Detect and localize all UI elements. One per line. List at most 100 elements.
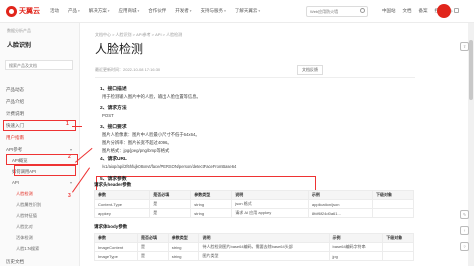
breadcrumb[interactable]: 文档中心 > 人脸识别 > API参考 > API > 人脸检测 (95, 32, 182, 38)
sidebar-item-history[interactable]: 历史文档 (6, 259, 24, 265)
back-to-top-icon[interactable]: ↑ (460, 226, 469, 235)
column-header: 参数 (94, 233, 138, 243)
help-icon[interactable]: ? (460, 242, 469, 251)
nav-item-partners[interactable]: 合作伙伴 (148, 8, 166, 14)
sidebar-item-api-reference[interactable]: API参考 (6, 147, 22, 153)
table-cell: 是 (149, 199, 192, 209)
sidebar-item-face-compare[interactable]: 人脸比对 (16, 224, 33, 230)
scrollbar-thumb[interactable] (469, 40, 473, 100)
chevron-down-icon: ▾ (137, 9, 140, 13)
request-url[interactable]: /v1/aiop/api/2f6hfujk08xnvt/face/PERSON/… (102, 164, 236, 169)
section-text-method: POST (102, 113, 114, 118)
table-cell: json 格式 (231, 199, 309, 209)
table-cell: base64编码字符串 (328, 242, 384, 252)
table-row: appkey 是 string 请求 AI 应用 appkey 8fdf6f24… (93, 208, 415, 218)
column-header: 示例 (307, 190, 373, 200)
table-cell: jpg (328, 251, 384, 261)
table-cell: string (190, 199, 233, 209)
sidebar-item-face-search[interactable]: 人脸1:N搜索 (16, 246, 39, 252)
logo[interactable]: 天翼云 (6, 5, 40, 17)
link-docs[interactable]: 文档 (403, 8, 412, 14)
search-input[interactable] (306, 6, 368, 17)
annotation-box-face-detect (14, 165, 76, 176)
table-cell: 是 (136, 242, 169, 252)
column-header: 是否必填 (149, 190, 192, 200)
table-header-row: 参数 是否必填 参数类型 说明 示例 下级对象 (94, 233, 414, 243)
nav-item-activity[interactable]: 活动 (50, 8, 59, 14)
table-cell: string (190, 208, 233, 218)
link-filing[interactable]: 备案 (419, 8, 428, 14)
column-header: 下级对象 (382, 233, 414, 243)
sidebar-item-intro[interactable]: 产品介绍 (6, 99, 24, 105)
sidebar-search-input[interactable] (5, 60, 73, 70)
nav-item-developers[interactable]: 开发者▾ (175, 8, 191, 14)
column-header: 说明 (231, 190, 309, 200)
table-cell: string (167, 242, 200, 252)
nav-item-marketplace[interactable]: 应用商城▾ (119, 8, 140, 14)
column-header: 示例 (328, 233, 384, 243)
table-header-row: 参数 是否必填 参数类型 说明 示例 下级对象 (93, 190, 415, 200)
table-cell (382, 242, 414, 252)
logo-text: 天翼云 (19, 8, 40, 15)
body-params-table: 参数 是否必填 参数类型 说明 示例 下级对象 ImageContent 是 s… (94, 233, 414, 261)
nav-item-about[interactable]: 了解天翼云▾ (235, 8, 260, 14)
annotation-marker-2: 2 (68, 154, 71, 160)
header-params-label: 请求头header参数 (94, 182, 132, 187)
section-title-params: 5、请求参数 (100, 177, 127, 182)
nav-item-solutions[interactable]: 解决方案▾ (89, 8, 110, 14)
nav-item-support[interactable]: 支持与服务▾ (201, 8, 226, 14)
chevron-down-icon[interactable]: ▾ (70, 147, 72, 152)
chevron-down-icon: ▾ (224, 9, 226, 13)
sidebar-item-billing[interactable]: 计费说明 (6, 111, 24, 117)
table-cell: Content-Type (93, 199, 151, 209)
table-cell: 是 (136, 251, 169, 261)
feedback-icon[interactable]: ✎ (460, 210, 469, 219)
sidebar-item-face-attr[interactable]: 人脸属性识别 (16, 202, 41, 208)
section-title-requirements: 3、接口要求 (100, 125, 127, 130)
table-cell: 是 (149, 208, 192, 218)
doc-content: 文档中心 > 人脸识别 > API参考 > API > 人脸检测 人脸检测 最近… (81, 23, 474, 266)
column-header: 参数类型 (190, 190, 233, 200)
share-icon[interactable]: ⇪ (460, 42, 469, 51)
table-cell (382, 251, 414, 261)
sidebar-crumb[interactable]: 数据分析产品 (7, 28, 31, 34)
section-title-url: 4、请求URL (100, 157, 127, 162)
page-title: 人脸检测 (95, 42, 144, 56)
link-china-site[interactable]: 中国站 (382, 8, 396, 14)
table-cell (371, 208, 415, 218)
logo-icon (6, 5, 17, 17)
nav-item-products[interactable]: 产品▾ (68, 8, 80, 14)
section-title-method: 2、请求方法 (100, 106, 127, 111)
last-updated: 最近更新时间：2022-10-08 17:16:30 (95, 67, 161, 72)
list-item: 图片人脸像素：图片中人脸最小尺寸不低于64x64。 (102, 132, 200, 137)
table-row: ImageType 是 string 图片类型 jpg (94, 251, 414, 261)
chevron-down-icon: ▾ (258, 9, 261, 13)
sidebar-item-face-detect[interactable]: 人脸检测 (16, 191, 33, 197)
chevron-down-icon: ▾ (189, 9, 192, 13)
divider (95, 77, 415, 78)
chevron-down-icon[interactable]: ▾ (70, 180, 72, 185)
column-header: 是否必填 (136, 233, 169, 243)
list-item: 图片分辨率：图片长宽不超过4096。 (102, 140, 172, 145)
top-nav-bar: 天翼云 活动 产品▾ 解决方案▾ 应用商城▾ 合作伙伴 开发者▾ 支持与服务▾ … (0, 0, 474, 23)
column-header: 说明 (198, 233, 330, 243)
table-cell: appkey (93, 208, 151, 218)
table-cell (371, 199, 415, 209)
sidebar-item-liveness[interactable]: 活体检测 (16, 235, 33, 241)
table-cell: ImageContent (94, 242, 138, 252)
column-header: 参数 (93, 190, 151, 200)
sidebar: 数据分析产品 人脸识别 产品动态 产品介绍 计费说明 快速入门 用户指南 API… (0, 23, 80, 266)
table-cell: 8fdf6f24d0a61... (307, 208, 373, 218)
feedback-button[interactable]: 文档反馈 (297, 65, 323, 75)
sidebar-item-face-feature[interactable]: 人脸特征值 (16, 213, 37, 219)
avatar[interactable] (437, 4, 451, 18)
section-title-description: 1、接口描述 (100, 87, 127, 92)
sidebar-item-api[interactable]: API (12, 180, 19, 185)
sidebar-item-updates[interactable]: 产品动态 (6, 87, 24, 93)
table-cell: 待人脸检测图片base64编码，需要去除base64头部 (198, 242, 330, 252)
column-header: 参数类型 (167, 233, 200, 243)
chevron-down-icon: ▾ (107, 9, 110, 13)
message-icon[interactable] (454, 8, 459, 13)
search-icon[interactable] (360, 8, 365, 13)
sidebar-item-user-guide[interactable]: 用户指南 (6, 135, 24, 141)
